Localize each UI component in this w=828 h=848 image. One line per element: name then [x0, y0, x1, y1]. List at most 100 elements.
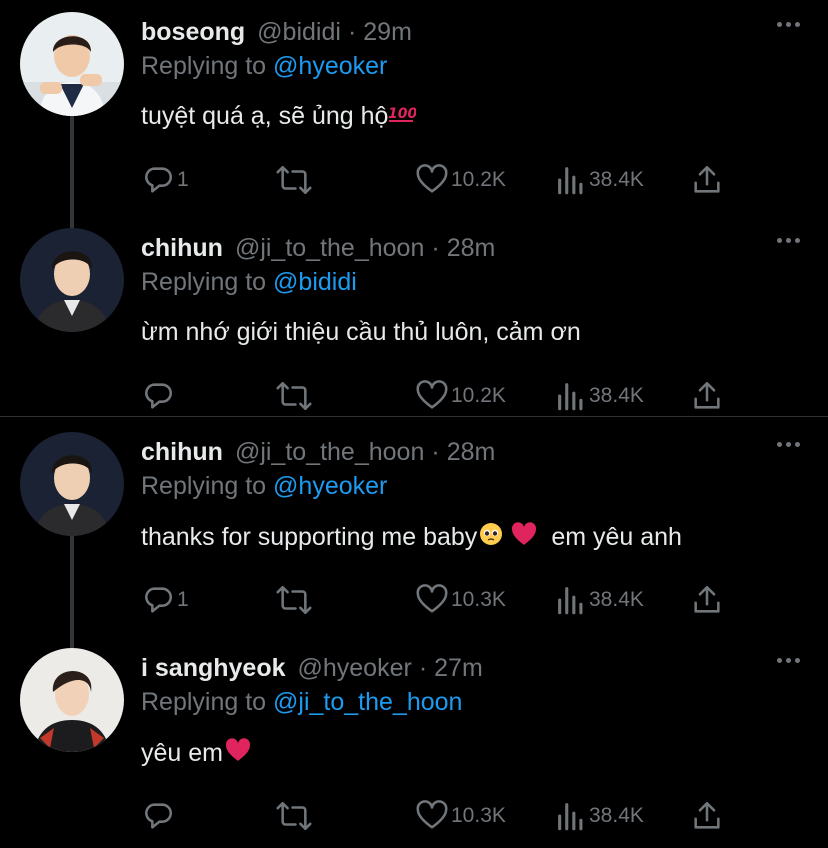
heart-icon: [415, 583, 449, 617]
retweet-icon: [275, 799, 313, 833]
red-heart-emoji: [511, 522, 537, 553]
replying-to: Replying to @ji_to_the_hoon: [141, 688, 462, 717]
views-icon: [555, 379, 587, 413]
heart-icon: [415, 379, 449, 413]
retweet-button[interactable]: [275, 160, 313, 200]
reply-button[interactable]: 1: [141, 580, 189, 620]
like-button[interactable]: 10.2K: [415, 376, 506, 416]
hundred-points-emoji: 100: [388, 102, 418, 131]
separator: ·: [431, 438, 440, 466]
user-handle[interactable]: @ji_to_the_hoon: [235, 234, 424, 263]
display-name[interactable]: chihun: [141, 234, 223, 263]
avatar-chihun[interactable]: [20, 228, 124, 332]
tweet-feed: boseong @bididi · 29m Replying to @hyeok…: [0, 0, 828, 848]
tweet-header: boseong @bididi · 29m: [141, 18, 412, 50]
share-icon: [690, 163, 724, 197]
pleading-face-emoji: [479, 522, 503, 553]
views-count: 38.4K: [589, 588, 644, 611]
user-handle[interactable]: @hyeoker: [298, 654, 412, 683]
retweet-button[interactable]: [275, 580, 313, 620]
retweet-icon: [275, 379, 313, 413]
reply-count: 1: [177, 588, 189, 611]
tweet-actions: 10.3K 38.4K: [0, 796, 828, 836]
share-icon: [690, 583, 724, 617]
heart-icon: [415, 163, 449, 197]
tweet-actions: 1 10.3K 38.4K: [0, 580, 828, 620]
avatar-boseong[interactable]: [20, 12, 124, 116]
tweet-4[interactable]: i sanghyeok @hyeoker · 27m Replying to @…: [0, 636, 828, 848]
tweet-header: chihun @ji_to_the_hoon · 28m: [141, 234, 495, 266]
tweet-header: chihun @ji_to_the_hoon · 28m: [141, 438, 495, 470]
share-button[interactable]: [690, 376, 724, 416]
reply-icon: [141, 379, 175, 413]
views-icon: [555, 163, 587, 197]
tweet-1[interactable]: boseong @bididi · 29m Replying to @hyeok…: [0, 0, 828, 232]
like-count: 10.3K: [451, 588, 506, 611]
more-icon[interactable]: [777, 658, 800, 663]
share-button[interactable]: [690, 160, 724, 200]
like-button[interactable]: 10.2K: [415, 160, 506, 200]
views-icon: [555, 799, 587, 833]
tweet-text: thanks for supporting me baby em yêu anh: [141, 522, 682, 553]
views-count: 38.4K: [589, 804, 644, 827]
views-button[interactable]: 38.4K: [555, 160, 644, 200]
tweet-text: ừm nhớ giới thiệu cầu thủ luôn, cảm ơn: [141, 318, 581, 347]
retweet-icon: [275, 163, 313, 197]
views-count: 38.4K: [589, 384, 644, 407]
separator: ·: [418, 654, 428, 682]
tweet-text-body: ừm nhớ giới thiệu cầu thủ luôn, cảm ơn: [141, 318, 581, 346]
replying-prefix: Replying to: [141, 472, 267, 500]
replying-handle[interactable]: @ji_to_the_hoon: [273, 688, 462, 716]
like-button[interactable]: 10.3K: [415, 796, 506, 836]
retweet-button[interactable]: [275, 796, 313, 836]
share-button[interactable]: [690, 580, 724, 620]
like-button[interactable]: 10.3K: [415, 580, 506, 620]
reply-button[interactable]: 1: [141, 160, 189, 200]
more-icon[interactable]: [777, 238, 800, 243]
tweet-text: yêu em: [141, 738, 251, 769]
timestamp[interactable]: 28m: [447, 234, 496, 263]
timestamp[interactable]: 27m: [434, 654, 483, 683]
separator: ·: [431, 234, 440, 262]
tweet-2[interactable]: chihun @ji_to_the_hoon · 28m Replying to…: [0, 216, 828, 416]
views-button[interactable]: 38.4K: [555, 580, 644, 620]
replying-prefix: Replying to: [141, 688, 267, 716]
retweet-button[interactable]: [275, 376, 313, 416]
views-button[interactable]: 38.4K: [555, 376, 644, 416]
tweet-header: i sanghyeok @hyeoker · 27m: [141, 654, 483, 686]
views-button[interactable]: 38.4K: [555, 796, 644, 836]
views-count: 38.4K: [589, 168, 644, 191]
reply-button[interactable]: [141, 796, 177, 836]
display-name[interactable]: chihun: [141, 438, 223, 467]
avatar-sanghyeok[interactable]: [20, 648, 124, 752]
replying-to: Replying to @hyeoker: [141, 52, 387, 81]
reply-button[interactable]: [141, 376, 177, 416]
display-name[interactable]: i sanghyeok: [141, 654, 286, 683]
avatar-chihun[interactable]: [20, 432, 124, 536]
views-icon: [555, 583, 587, 617]
replying-handle[interactable]: @hyeoker: [273, 472, 387, 500]
timestamp[interactable]: 29m: [363, 18, 412, 47]
reply-icon: [141, 583, 175, 617]
tweet-3[interactable]: chihun @ji_to_the_hoon · 28m Replying to…: [0, 420, 828, 652]
tweet-actions: 1 10.2K 38.4K: [0, 160, 828, 200]
replying-to: Replying to @bididi: [141, 268, 357, 297]
more-icon[interactable]: [777, 442, 800, 447]
replying-handle[interactable]: @bididi: [273, 268, 357, 296]
timestamp[interactable]: 28m: [447, 438, 496, 467]
user-handle[interactable]: @ji_to_the_hoon: [235, 438, 424, 467]
like-count: 10.3K: [451, 804, 506, 827]
more-icon[interactable]: [777, 22, 800, 27]
like-count: 10.2K: [451, 384, 506, 407]
tweet-text-after: em yêu anh: [551, 523, 682, 551]
svg-text:100: 100: [388, 106, 416, 122]
display-name[interactable]: boseong: [141, 18, 245, 47]
separator: ·: [347, 18, 357, 46]
reply-icon: [141, 799, 175, 833]
replying-prefix: Replying to: [141, 268, 267, 296]
share-button[interactable]: [690, 796, 724, 836]
tweet-actions: 10.2K 38.4K: [0, 376, 828, 416]
replying-prefix: Replying to: [141, 52, 267, 80]
replying-handle[interactable]: @hyeoker: [273, 52, 387, 80]
user-handle[interactable]: @bididi: [257, 18, 341, 47]
